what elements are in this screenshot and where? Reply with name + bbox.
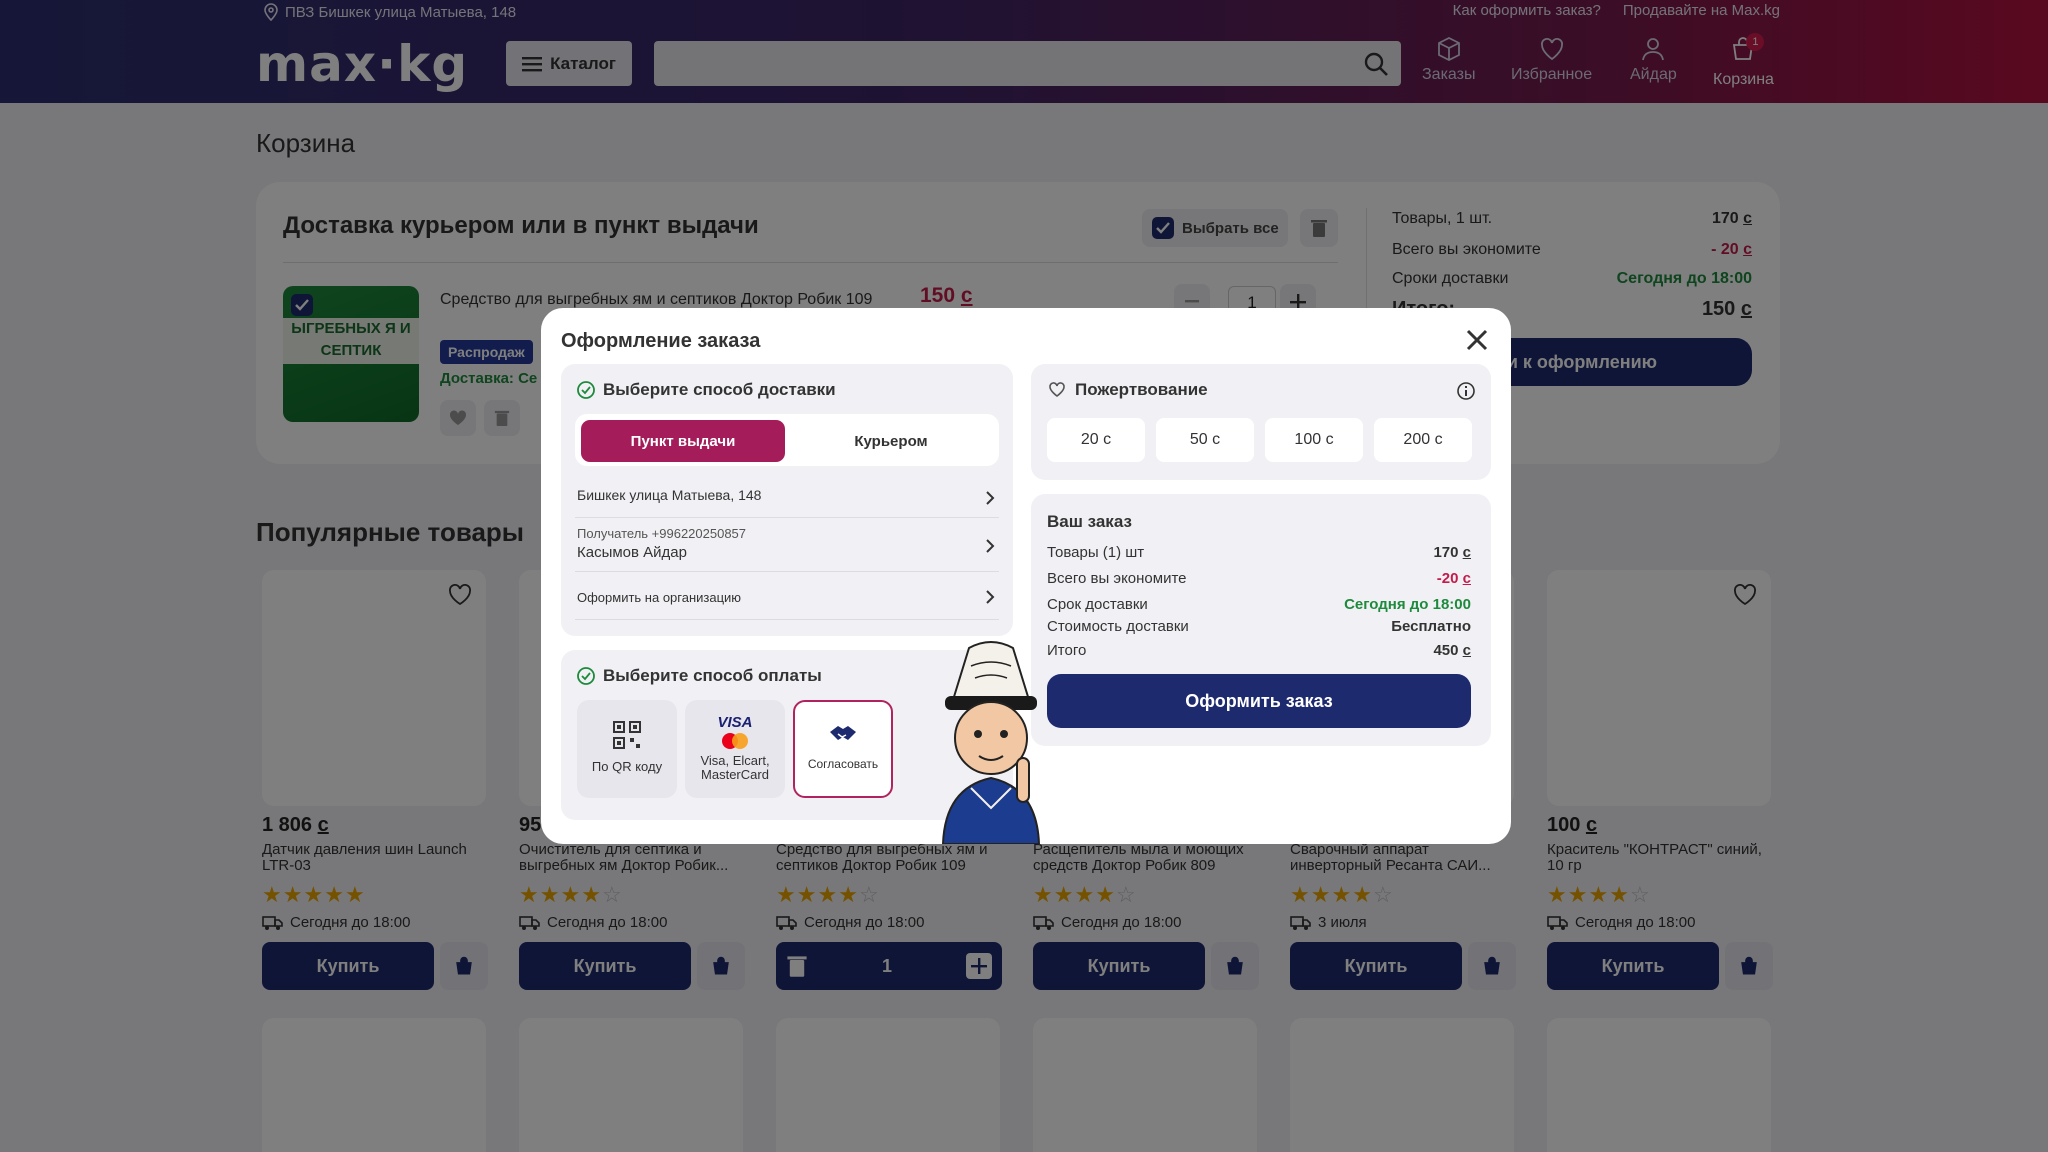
order-row-items: Товары (1) шт 170 с	[1047, 544, 1471, 561]
chevron-right-icon	[986, 538, 995, 553]
order-row-total: Итого 450 с	[1047, 642, 1471, 659]
mascot-illustration	[941, 641, 1041, 844]
qr-code-icon	[613, 721, 641, 749]
currency: с	[1462, 642, 1471, 659]
order-row-label: Всего вы экономите	[1047, 570, 1187, 587]
order-row-value: 170 с	[1433, 544, 1471, 561]
mastercard-icon	[722, 733, 748, 749]
organization-text: Оформить на организацию	[577, 590, 742, 605]
order-row-label: Стоимость доставки	[1047, 618, 1189, 635]
visa-logo: VISA	[717, 714, 753, 731]
delivery-toggle: Пункт выдачи Курьером	[575, 414, 999, 466]
chevron-right-icon	[986, 490, 995, 505]
order-delivery-cost-value: Бесплатно	[1391, 618, 1471, 635]
order-delivery-time-value: Сегодня до 18:00	[1344, 596, 1471, 613]
delivery-heading: Выберите способ доставки	[577, 380, 836, 400]
check-circle-icon	[577, 667, 595, 685]
recipient-label: Получатель +996220250857	[577, 526, 747, 541]
recipient-name: Касымов Айдар	[577, 544, 687, 561]
donation-box: Пожертвование 20 с 50 с 100 с 200 с	[1031, 364, 1491, 480]
donation-heading-text: Пожертвование	[1075, 380, 1208, 399]
order-heading: Ваш заказ	[1047, 512, 1132, 531]
option-courier[interactable]: Курьером	[789, 420, 993, 462]
order-row-label: Товары (1) шт	[1047, 544, 1145, 561]
pay-card-label: Visa, Elcart, MasterCard	[700, 753, 770, 782]
order-row-label: Срок доставки	[1047, 596, 1148, 613]
modal-title: Оформление заказа	[561, 330, 761, 352]
pay-card-option[interactable]: VISA Visa, Elcart, MasterCard	[685, 700, 785, 798]
order-row-delivery-cost: Стоимость доставки Бесплатно	[1047, 618, 1471, 635]
pay-qr-option[interactable]: По QR коду	[577, 700, 677, 798]
delivery-heading-text: Выберите способ доставки	[603, 380, 836, 399]
donation-100-button[interactable]: 100 с	[1265, 418, 1363, 462]
check-circle-icon	[577, 381, 595, 399]
info-icon[interactable]	[1457, 382, 1475, 400]
address-text: Бишкек улица Матыева, 148	[577, 487, 762, 503]
order-total-value: 450	[1433, 642, 1459, 659]
payment-heading-text: Выберите способ оплаты	[603, 666, 822, 685]
pay-agree-label: Согласовать	[807, 757, 879, 771]
pay-qr-label: По QR коду	[591, 759, 663, 774]
donation-icon	[1049, 382, 1065, 397]
handshake-icon	[830, 726, 856, 740]
order-row-value: -20 с	[1437, 570, 1471, 587]
checkout-modal: Оформление заказа Выберите способ достав…	[541, 308, 1511, 844]
option-pickup-point[interactable]: Пункт выдачи	[581, 420, 785, 462]
order-row-value: 450 с	[1433, 642, 1471, 659]
delivery-method-box: Выберите способ доставки Пункт выдачи Ку…	[561, 364, 1013, 636]
recipient-row[interactable]: Получатель +996220250857 Касымов Айдар	[575, 520, 999, 572]
donation-20-button[interactable]: 20 с	[1047, 418, 1145, 462]
donation-200-button[interactable]: 200 с	[1374, 418, 1472, 462]
place-order-button[interactable]: Оформить заказ	[1047, 674, 1471, 728]
pay-agree-option[interactable]: Согласовать	[793, 700, 893, 798]
donation-heading: Пожертвование	[1047, 380, 1208, 400]
close-icon[interactable]	[1465, 328, 1489, 352]
order-row-savings: Всего вы экономите -20 с	[1047, 570, 1471, 587]
chevron-right-icon	[986, 589, 995, 604]
organization-row[interactable]: Оформить на организацию	[575, 574, 999, 620]
donation-50-button[interactable]: 50 с	[1156, 418, 1254, 462]
order-items-value: 170	[1433, 544, 1459, 561]
order-row-label: Итого	[1047, 642, 1087, 659]
order-savings-value: -20	[1436, 570, 1459, 587]
order-summary-box: Ваш заказ Товары (1) шт 170 с Всего вы э…	[1031, 494, 1491, 746]
currency: с	[1462, 570, 1471, 587]
payment-heading: Выберите способ оплаты	[577, 666, 822, 686]
address-row[interactable]: Бишкек улица Матыева, 148	[575, 478, 999, 518]
currency: с	[1462, 544, 1471, 561]
order-row-delivery-time: Срок доставки Сегодня до 18:00	[1047, 596, 1471, 613]
